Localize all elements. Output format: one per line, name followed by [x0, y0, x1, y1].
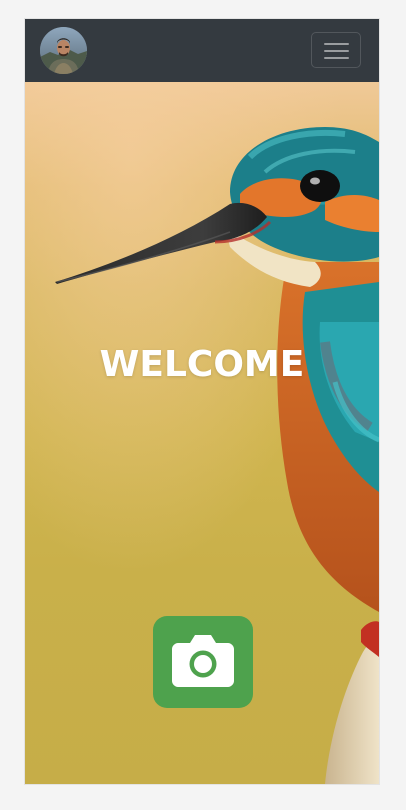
welcome-heading: WELCOME: [99, 344, 305, 385]
camera-button[interactable]: [153, 616, 253, 708]
menu-toggle-button[interactable]: [311, 32, 361, 68]
camera-icon: [172, 635, 234, 687]
profile-photo-icon: [40, 27, 87, 74]
app-frame: WELCOME: [25, 19, 379, 784]
hero-section: WELCOME: [25, 82, 379, 784]
top-navbar: [25, 19, 379, 82]
profile-avatar[interactable]: [40, 27, 87, 74]
